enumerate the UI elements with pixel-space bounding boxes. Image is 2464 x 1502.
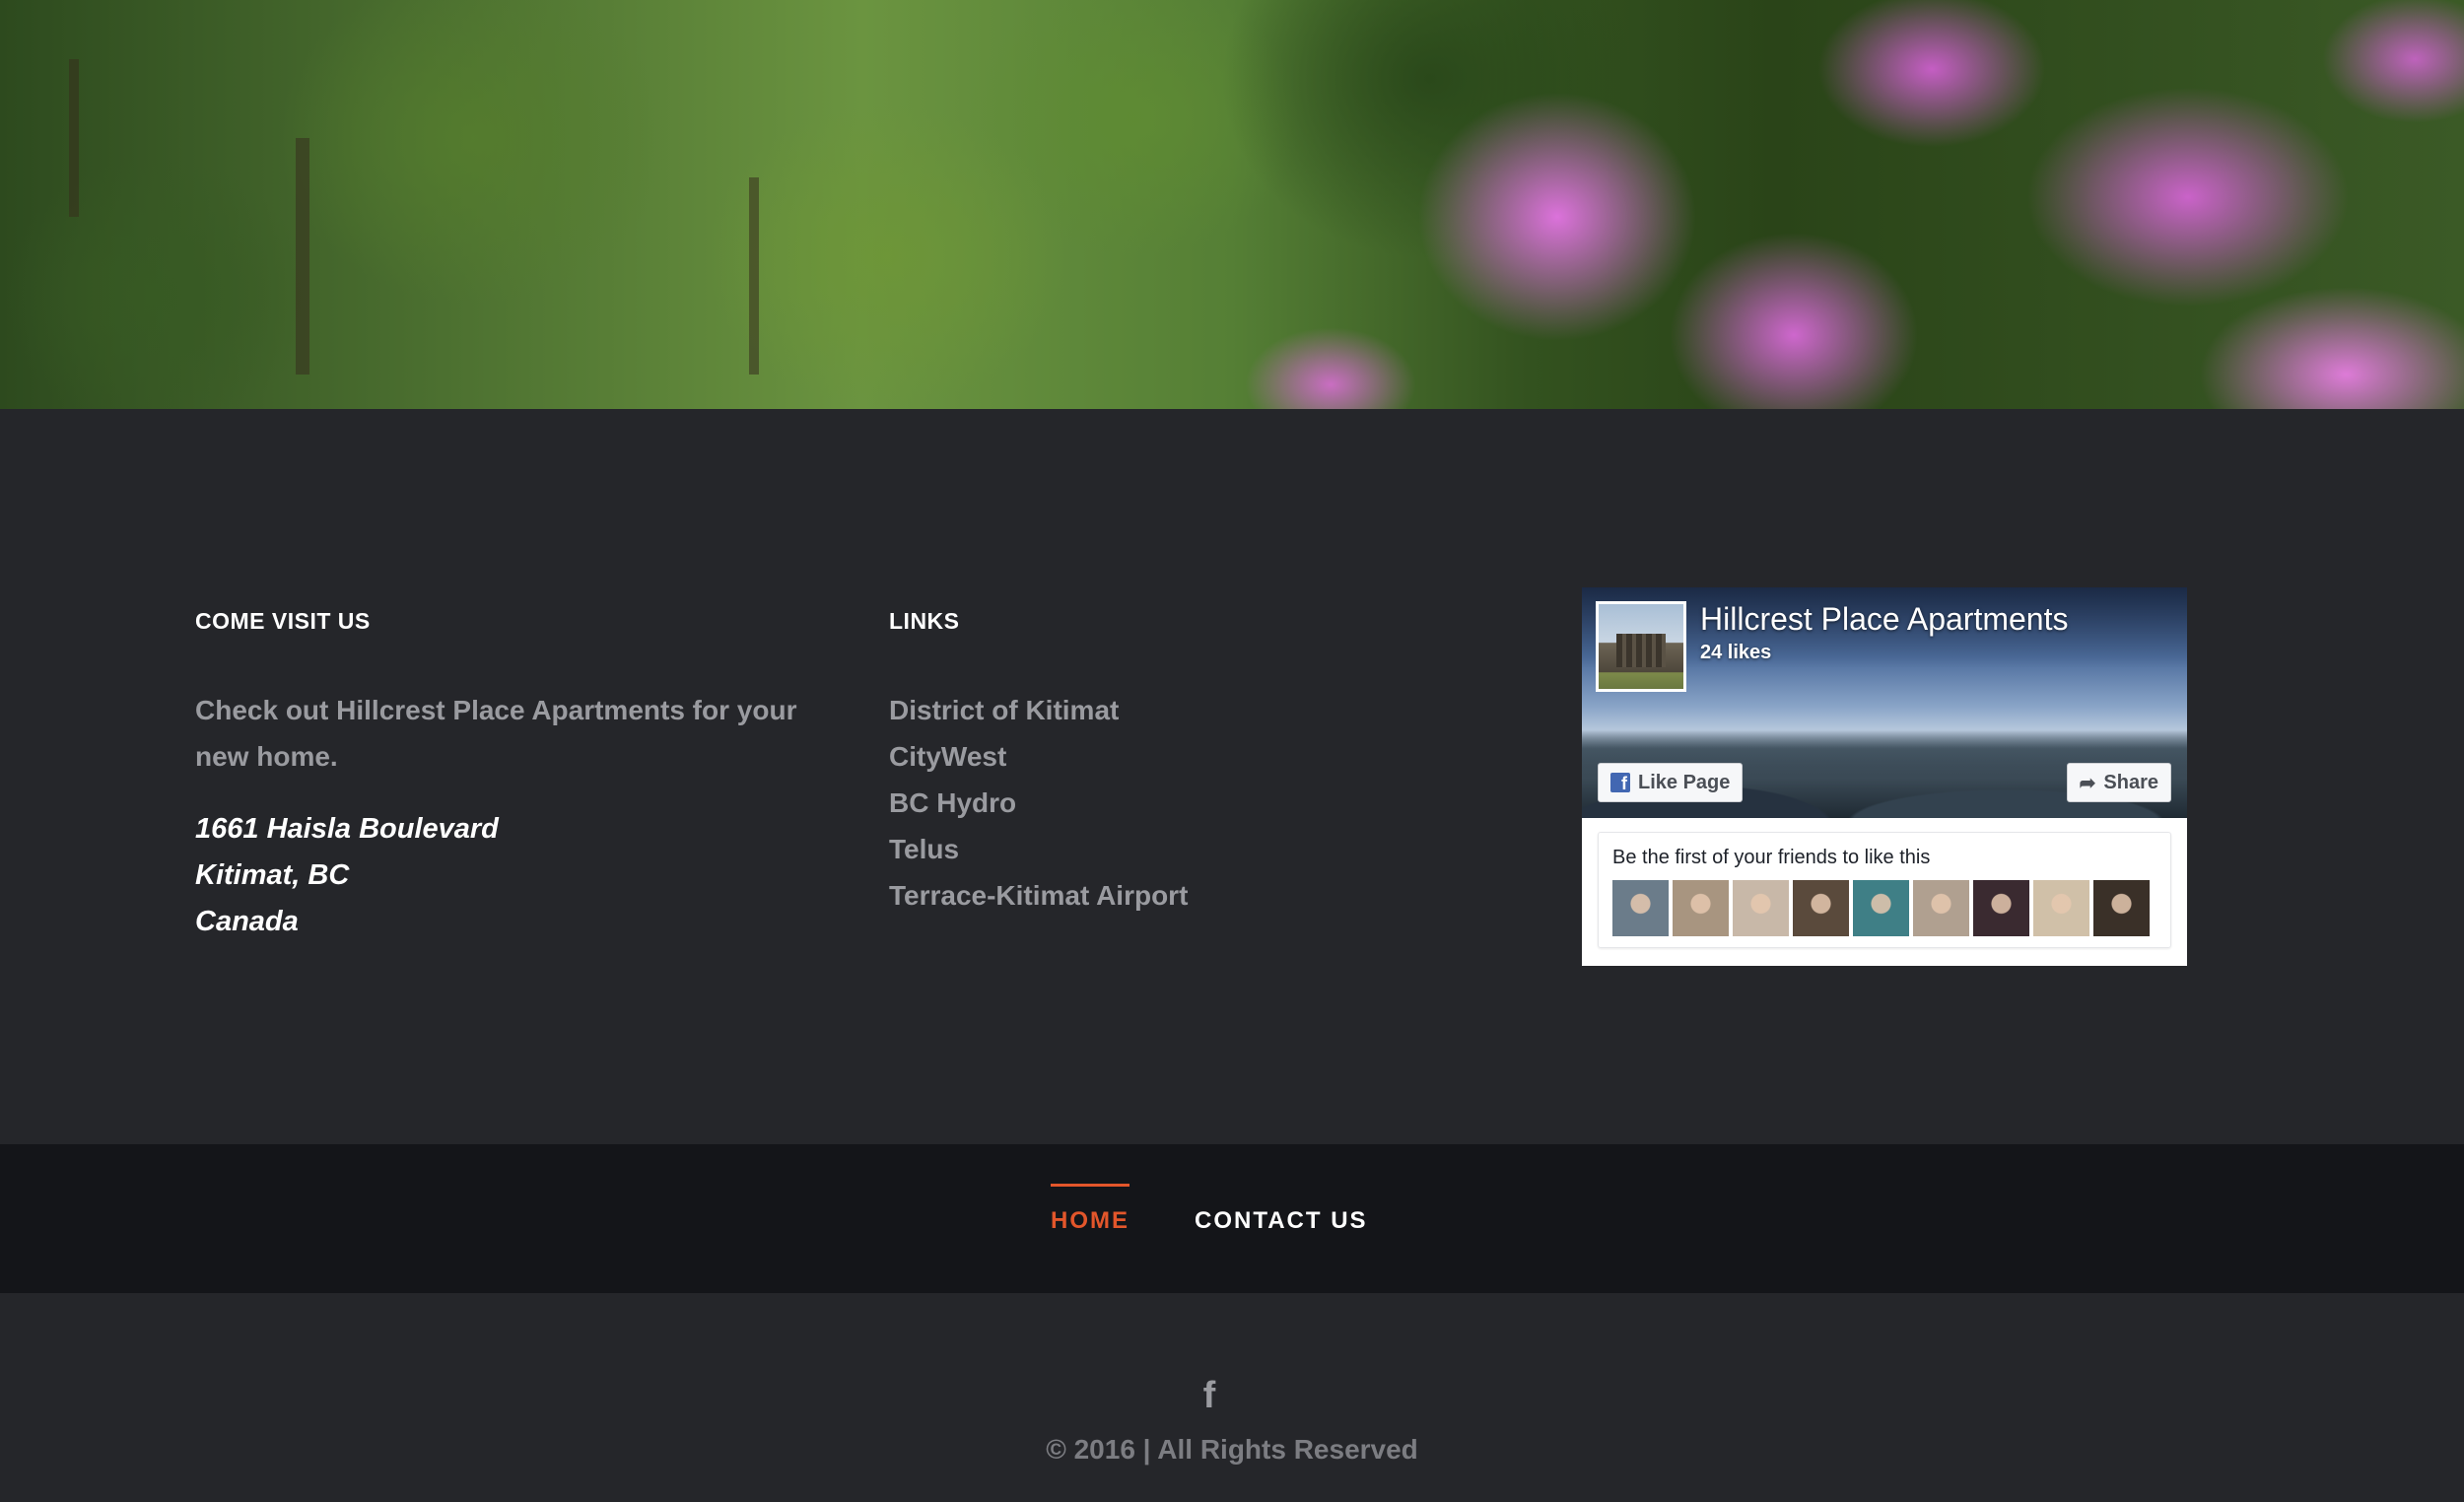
friends-text: Be the first of your friends to like thi…: [1612, 847, 1931, 868]
facebook-icon[interactable]: f: [1199, 1376, 1219, 1415]
share-label: Share: [2103, 771, 2158, 793]
link-telus[interactable]: Telus: [889, 826, 1188, 872]
links-list: District of Kitimat CityWest BC Hydro Te…: [889, 687, 1188, 919]
share-arrow-icon: ➦: [2079, 772, 2096, 794]
facebook-page-widget: Hillcrest Place Apartments 24 likes f Li…: [1582, 587, 2187, 966]
links-heading: LINKS: [889, 608, 960, 634]
nav-contact-us[interactable]: CONTACT US: [1195, 1207, 1368, 1235]
like-page-label: Like Page: [1638, 771, 1731, 793]
friend-avatar[interactable]: [1973, 880, 2029, 936]
friend-avatar[interactable]: [1853, 880, 1909, 936]
link-bc-hydro[interactable]: BC Hydro: [889, 780, 1188, 826]
friend-avatar[interactable]: [2033, 880, 2089, 936]
facebook-like-count: 24 likes: [1700, 642, 1772, 663]
link-terrace-kitimat-airport[interactable]: Terrace-Kitimat Airport: [889, 872, 1188, 919]
friend-avatar[interactable]: [1673, 880, 1729, 936]
link-citywest[interactable]: CityWest: [889, 733, 1188, 780]
list-item: Telus: [889, 826, 1188, 872]
friend-faces: [1612, 880, 2150, 936]
link-district-of-kitimat[interactable]: District of Kitimat: [889, 687, 1188, 733]
address-line: Canada: [195, 906, 299, 937]
facebook-friends-box: Be the first of your friends to like thi…: [1598, 832, 2171, 948]
facebook-page-name[interactable]: Hillcrest Place Apartments: [1700, 601, 2068, 638]
address-line: Kitimat, BC: [195, 859, 350, 891]
nav-home[interactable]: HOME: [1051, 1184, 1129, 1235]
like-page-button[interactable]: f Like Page: [1598, 763, 1744, 802]
friend-avatar[interactable]: [1913, 880, 1969, 936]
footer-nav: HOME CONTACT US: [0, 1144, 2464, 1293]
friend-avatar[interactable]: [1733, 880, 1789, 936]
list-item: CityWest: [889, 733, 1188, 780]
visit-description: Check out Hillcrest Place Apartments for…: [195, 695, 797, 772]
list-item: BC Hydro: [889, 780, 1188, 826]
address: 1661 Haisla Boulevard Kitimat, BC Canada: [195, 806, 499, 945]
hero-image: [0, 0, 2464, 409]
friend-avatar[interactable]: [1612, 880, 1669, 936]
share-button[interactable]: ➦ Share: [2066, 763, 2171, 802]
list-item: Terrace-Kitimat Airport: [889, 872, 1188, 919]
list-item: District of Kitimat: [889, 687, 1188, 733]
facebook-cover-photo[interactable]: Hillcrest Place Apartments 24 likes f Li…: [1582, 587, 2187, 818]
friend-avatar[interactable]: [1793, 880, 1849, 936]
friend-avatar[interactable]: [2093, 880, 2150, 936]
copyright: © 2016 | All Rights Reserved: [1046, 1434, 1418, 1465]
facebook-page-avatar[interactable]: [1596, 601, 1686, 692]
facebook-logo-icon: f: [1610, 773, 1630, 792]
visit-heading: COME VISIT US: [195, 608, 371, 634]
address-line: 1661 Haisla Boulevard: [195, 813, 499, 845]
